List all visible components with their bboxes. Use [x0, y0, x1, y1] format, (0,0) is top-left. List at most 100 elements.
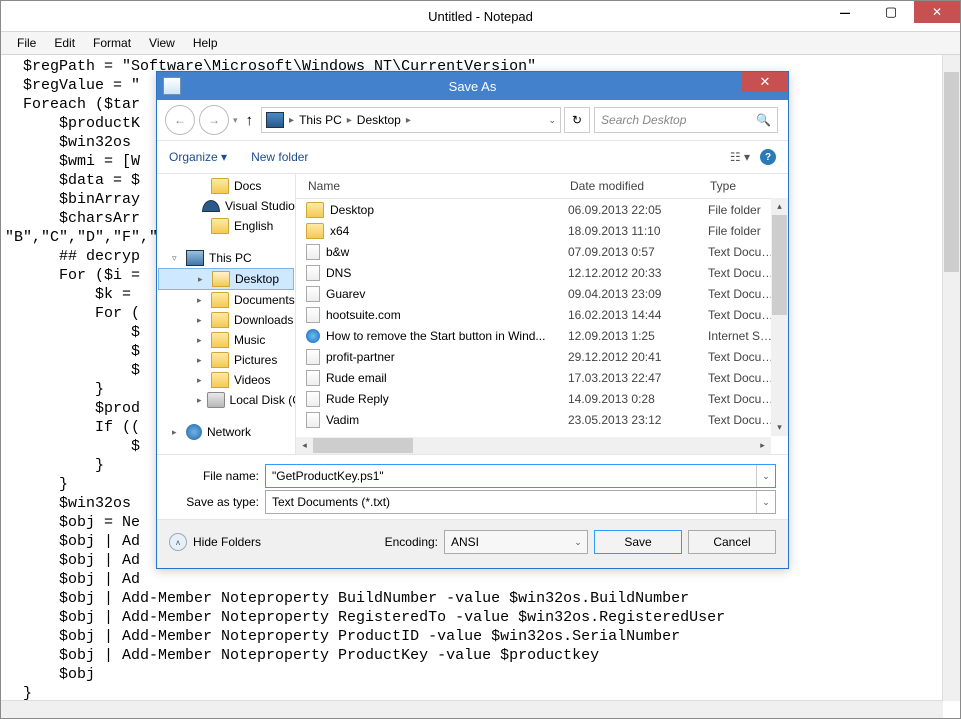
horizontal-scrollbar[interactable]	[1, 700, 943, 718]
dropdown-icon[interactable]: ⌄	[756, 465, 775, 487]
expander-icon[interactable]: ▸	[172, 427, 181, 438]
search-input[interactable]: Search Desktop 🔍	[594, 107, 778, 133]
column-date[interactable]: Date modified	[560, 179, 700, 193]
file-list[interactable]: Name Date modified Type Desktop06.09.201…	[296, 174, 788, 454]
column-name[interactable]: Name	[298, 179, 560, 193]
expander-icon[interactable]: ▸	[197, 315, 206, 326]
list-header[interactable]: Name Date modified Type	[296, 174, 788, 199]
tree-item[interactable]: ▸Pictures	[157, 350, 295, 370]
expander-icon[interactable]: ▸	[197, 295, 206, 306]
breadcrumb-dropdown[interactable]: ⌄	[548, 115, 556, 126]
file-name: Guarev	[326, 287, 365, 301]
folder-icon	[211, 372, 229, 388]
forward-button[interactable]: →	[199, 105, 229, 135]
dialog-nav: ← → ▾ ↑ ▸ This PC ▸ Desktop ▸ ⌄ ↻ Search…	[157, 100, 788, 141]
breadcrumb[interactable]: ▸ This PC ▸ Desktop ▸ ⌄	[261, 107, 561, 133]
list-vertical-scrollbar[interactable]: ▴ ▾	[771, 198, 788, 436]
hide-folders-button[interactable]: ʌ Hide Folders	[169, 533, 261, 551]
back-button[interactable]: ←	[165, 105, 195, 135]
tree-item[interactable]: ▸Videos	[157, 370, 295, 390]
vs-icon	[202, 200, 220, 212]
vertical-scrollbar[interactable]	[942, 55, 960, 701]
file-row[interactable]: Rude email17.03.2013 22:47Text Document	[296, 367, 788, 388]
expander-icon[interactable]: ▸	[197, 335, 206, 346]
tree-item[interactable]: ▸Local Disk (C:)	[157, 390, 295, 410]
list-body[interactable]: Desktop06.09.2013 22:05File folderx6418.…	[296, 199, 788, 454]
breadcrumb-root[interactable]: This PC	[299, 113, 342, 127]
folder-icon	[306, 202, 324, 218]
save-button[interactable]: Save	[594, 530, 682, 554]
file-row[interactable]: Vadim23.05.2013 23:12Text Document	[296, 409, 788, 430]
menu-edit[interactable]: Edit	[45, 34, 84, 52]
tree-item[interactable]: Docs	[157, 176, 295, 196]
dropdown-icon[interactable]: ⌄	[569, 531, 587, 553]
tree-item[interactable]: Visual Studio 11	[157, 196, 295, 216]
dialog-close-button[interactable]: ✕	[742, 72, 788, 92]
refresh-button[interactable]: ↻	[564, 107, 590, 133]
new-folder-button[interactable]: New folder	[251, 150, 308, 164]
tree-item-label: Downloads	[234, 313, 293, 327]
file-date: 23.05.2013 23:12	[558, 413, 698, 427]
scroll-right-arrow[interactable]: ▸	[754, 437, 771, 454]
expander-icon[interactable]: ▸	[197, 375, 206, 386]
chevron-right-icon[interactable]: ▸	[403, 115, 414, 126]
menu-view[interactable]: View	[140, 34, 184, 52]
encoding-select[interactable]: ANSI ⌄	[444, 530, 588, 554]
scroll-thumb[interactable]	[772, 215, 787, 315]
menu-format[interactable]: Format	[84, 34, 140, 52]
up-button[interactable]: ↑	[242, 112, 258, 129]
expander-icon[interactable]: ▸	[197, 395, 202, 406]
dropdown-icon[interactable]: ⌄	[756, 491, 775, 513]
savetype-select[interactable]: Text Documents (*.txt) ⌄	[265, 490, 776, 514]
expander-icon[interactable]: ▸	[197, 355, 206, 366]
scroll-thumb[interactable]	[313, 438, 413, 453]
file-row[interactable]: Rude Reply14.09.2013 0:28Text Document	[296, 388, 788, 409]
file-row[interactable]: profit-partner29.12.2012 20:41Text Docum…	[296, 346, 788, 367]
tree-item[interactable]: ▿This PC	[157, 248, 295, 268]
file-row[interactable]: Guarev09.04.2013 23:09Text Document	[296, 283, 788, 304]
maximize-button[interactable]: ▢	[868, 1, 914, 23]
file-name: How to remove the Start button in Wind..…	[326, 329, 545, 343]
file-date: 14.09.2013 0:28	[558, 392, 698, 406]
folder-tree[interactable]: Docs Visual Studio 11 English ▿This PC▸Desk…	[157, 174, 296, 454]
close-button[interactable]: ✕	[914, 1, 960, 23]
file-name: DNS	[326, 266, 351, 280]
menu-help[interactable]: Help	[184, 34, 227, 52]
file-row[interactable]: hootsuite.com16.02.2013 14:44Text Docume…	[296, 304, 788, 325]
column-type[interactable]: Type	[700, 179, 780, 193]
file-row[interactable]: How to remove the Start button in Wind..…	[296, 325, 788, 346]
file-row[interactable]: DNS12.12.2012 20:33Text Document	[296, 262, 788, 283]
chevron-right-icon[interactable]: ▸	[286, 115, 297, 126]
file-row[interactable]: Desktop06.09.2013 22:05File folder	[296, 199, 788, 220]
scroll-up-arrow[interactable]: ▴	[771, 198, 788, 215]
help-icon[interactable]: ?	[760, 149, 776, 165]
tree-item[interactable]: English	[157, 216, 295, 236]
filename-input[interactable]: "GetProductKey.ps1" ⌄	[265, 464, 776, 488]
tree-item[interactable]: ▸Desktop	[158, 268, 294, 290]
menu-file[interactable]: File	[8, 34, 45, 52]
minimize-button[interactable]: –	[822, 1, 868, 23]
scroll-thumb[interactable]	[944, 72, 959, 272]
file-row[interactable]: x6418.09.2013 11:10File folder	[296, 220, 788, 241]
tree-item[interactable]: ▸Network	[157, 422, 295, 442]
tree-item[interactable]: ▸ Downloads	[157, 310, 295, 330]
expander-icon[interactable]: ▿	[172, 253, 181, 264]
file-date: 07.09.2013 0:57	[558, 245, 698, 259]
recent-dropdown[interactable]: ▾	[233, 115, 238, 126]
tree-item[interactable]: ▸Music	[157, 330, 295, 350]
scroll-down-arrow[interactable]: ▾	[771, 419, 788, 436]
file-row[interactable]: b&w07.09.2013 0:57Text Document	[296, 241, 788, 262]
organize-button[interactable]: Organize ▾	[169, 150, 227, 164]
breadcrumb-current[interactable]: Desktop	[357, 113, 401, 127]
folder-icon	[211, 218, 229, 234]
cancel-button[interactable]: Cancel	[688, 530, 776, 554]
chevron-right-icon[interactable]: ▸	[344, 115, 355, 126]
view-options-button[interactable]: ☷ ▾	[730, 150, 750, 164]
expander-icon[interactable]: ▸	[198, 274, 207, 285]
notepad-window: Untitled - Notepad – ▢ ✕ File Edit Forma…	[0, 0, 961, 719]
tree-item-label: Visual Studio 11	[225, 199, 296, 213]
list-horizontal-scrollbar[interactable]: ◂ ▸	[296, 437, 771, 454]
tree-item[interactable]: ▸Documents	[157, 290, 295, 310]
pc-icon	[266, 112, 284, 128]
scroll-left-arrow[interactable]: ◂	[296, 437, 313, 454]
